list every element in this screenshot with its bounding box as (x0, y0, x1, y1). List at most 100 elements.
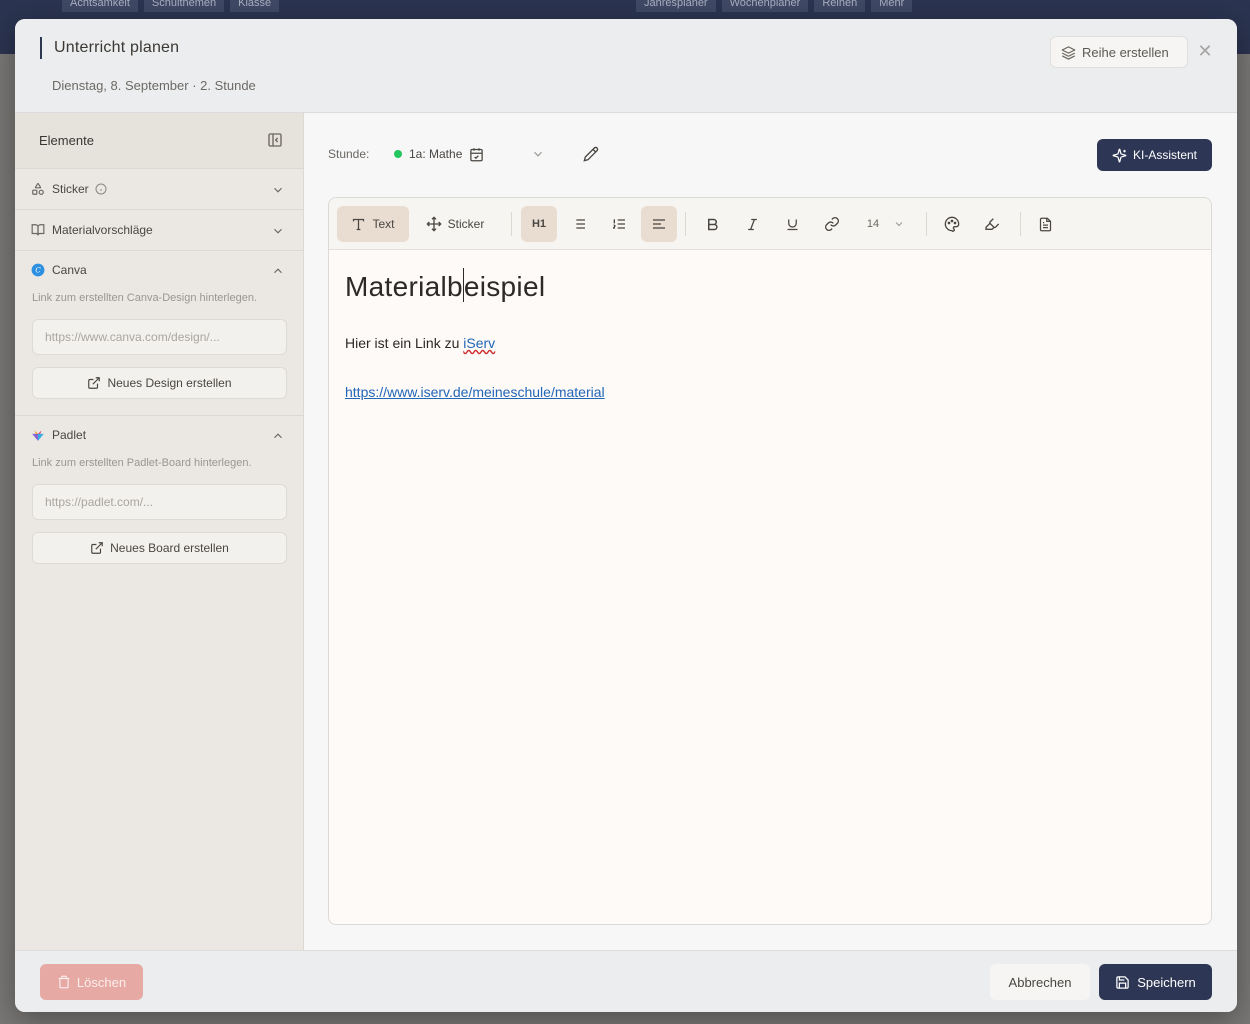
background-tab: Achtsamkeit (62, 0, 138, 12)
padlet-logo-icon (31, 428, 45, 442)
canva-link-input[interactable]: https://www.canva.com/design/... (32, 319, 287, 355)
sidebar-collapse-icon[interactable] (267, 132, 283, 148)
toolbar-divider (511, 212, 512, 236)
create-series-label: Reihe erstellen (1082, 44, 1169, 60)
ai-assistant-label: KI-Assistent (1132, 148, 1198, 162)
background-tab: Jahresplaner (636, 0, 716, 12)
italic-icon (745, 217, 760, 232)
bullet-list-button[interactable] (561, 206, 597, 242)
chevron-down-icon (271, 183, 285, 197)
sidebar-item-material[interactable]: Materialvorschläge (15, 210, 303, 251)
font-size-select[interactable]: 14 (859, 206, 913, 242)
underline-button[interactable] (774, 206, 810, 242)
editor-panel: Stunde: 1a: Mathe KI-Assistent Text Stic… (304, 113, 1237, 950)
align-left-icon (651, 216, 667, 232)
italic-button[interactable] (734, 206, 770, 242)
close-icon[interactable]: ✕ (1195, 41, 1215, 61)
cancel-button[interactable]: Abbrechen (990, 964, 1090, 1000)
book-open-icon (31, 223, 45, 237)
sidebar-item-label: Materialvorschläge (52, 223, 153, 237)
padlet-label: Padlet (52, 428, 87, 442)
dialog-title: Unterricht planen (54, 39, 180, 56)
chevron-up-icon[interactable] (271, 264, 285, 278)
lesson-label: Stunde: (328, 147, 370, 161)
background-tab: Schulthemen (143, 0, 225, 12)
lesson-select-value: 1a: Mathe (409, 147, 463, 161)
dialog-footer: Löschen Abbrechen Speichern (15, 950, 1237, 1012)
sticker-label: Sticker (52, 182, 89, 196)
sidebar-item-sticker[interactable]: Sticker (15, 169, 303, 210)
iserv-link[interactable]: iServ (463, 335, 495, 351)
background-tabs-left: Achtsamkeit Schulthemen Klasse (62, 0, 280, 12)
paragraph-text: Hier ist ein Link zu (345, 335, 464, 351)
sticker-mode-label: Sticker (447, 217, 485, 231)
info-icon (95, 183, 107, 195)
padlet-hint: Link zum erstellten Padlet-Board hinterl… (32, 457, 252, 469)
canva-logo-icon: C (31, 263, 45, 277)
external-link-icon (87, 376, 101, 390)
content-url-paragraph: https://www.iserv.de/meineschule/materia… (345, 384, 605, 400)
canva-label: Canva (52, 263, 87, 277)
link-button[interactable] (814, 206, 850, 242)
new-board-button[interactable]: Neues Board erstellen (32, 532, 287, 564)
lesson-select[interactable]: 1a: Mathe (384, 137, 560, 171)
status-dot (394, 150, 402, 158)
background-tabs-right: Jahresplaner Wochenplaner Reihen Mehr (636, 0, 913, 12)
toolbar-divider (685, 212, 686, 236)
ai-assistant-button[interactable]: KI-Assistent (1097, 139, 1212, 171)
ordered-list-button[interactable] (601, 206, 637, 242)
sticker-mode-button[interactable]: Sticker (415, 206, 495, 242)
heading-1-button[interactable]: H1 (521, 206, 557, 242)
background-tab: Klasse (230, 0, 280, 12)
calendar-check-icon (469, 147, 484, 162)
heading-text-start: Materialb (345, 271, 463, 302)
canva-hint: Link zum erstellten Canva-Design hinterl… (32, 292, 258, 304)
save-icon (1115, 975, 1130, 990)
pencil-icon (583, 146, 599, 162)
editor-toolbar: Text Sticker H1 14 (329, 198, 1211, 250)
content-heading: Materialbeispiel (345, 268, 545, 303)
padlet-link-input[interactable]: https://padlet.com/... (32, 484, 287, 520)
content-paragraph: Hier ist ein Link zu iServ (345, 335, 495, 351)
title-accent-bar (40, 37, 42, 59)
edit-lesson-button[interactable] (574, 137, 608, 171)
padlet-section: Padlet Link zum erstellten Padlet-Board … (15, 416, 303, 581)
save-label: Speichern (1137, 974, 1196, 990)
text-mode-label: Text (372, 217, 395, 231)
sidebar-title: Elemente (39, 133, 94, 148)
delete-button[interactable]: Löschen (40, 964, 143, 1000)
svg-text:C: C (35, 266, 41, 274)
layers-icon (1061, 45, 1076, 60)
highlight-button[interactable] (974, 206, 1010, 242)
list-icon (571, 216, 587, 232)
font-size-value: 14 (866, 218, 880, 230)
palette-icon (944, 216, 960, 232)
dialog-header: Unterricht planen Dienstag, 8. September… (15, 19, 1237, 113)
bold-icon (705, 217, 720, 232)
chevron-down-icon (531, 147, 545, 161)
create-series-button[interactable]: Reihe erstellen (1050, 36, 1188, 68)
color-button[interactable] (934, 206, 970, 242)
move-icon (426, 216, 442, 232)
material-url-link[interactable]: https://www.iserv.de/meineschule/materia… (345, 384, 605, 400)
background-tab: Wochenplaner (721, 0, 809, 12)
background-tab: Mehr (871, 0, 913, 12)
bold-button[interactable] (694, 206, 730, 242)
shapes-icon (31, 182, 45, 196)
text-mode-button[interactable]: Text (337, 206, 409, 242)
file-text-icon (1038, 217, 1053, 232)
underline-icon (785, 217, 800, 232)
chevron-down-icon (893, 218, 905, 230)
align-button[interactable] (641, 206, 677, 242)
chevron-up-icon[interactable] (271, 429, 285, 443)
save-button[interactable]: Speichern (1099, 964, 1212, 1000)
document-button[interactable] (1027, 206, 1063, 242)
new-design-label: Neues Design erstellen (107, 376, 232, 390)
external-link-icon (90, 541, 104, 555)
new-design-button[interactable]: Neues Design erstellen (32, 367, 287, 399)
dialog-subtitle: Dienstag, 8. September · 2. Stunde (52, 78, 256, 93)
trash-icon (57, 975, 71, 989)
list-ordered-icon (611, 216, 627, 232)
rich-text-editor: Text Sticker H1 14 Materialbeispiel Hier… (328, 197, 1212, 925)
editor-content[interactable]: Materialbeispiel (345, 268, 545, 303)
